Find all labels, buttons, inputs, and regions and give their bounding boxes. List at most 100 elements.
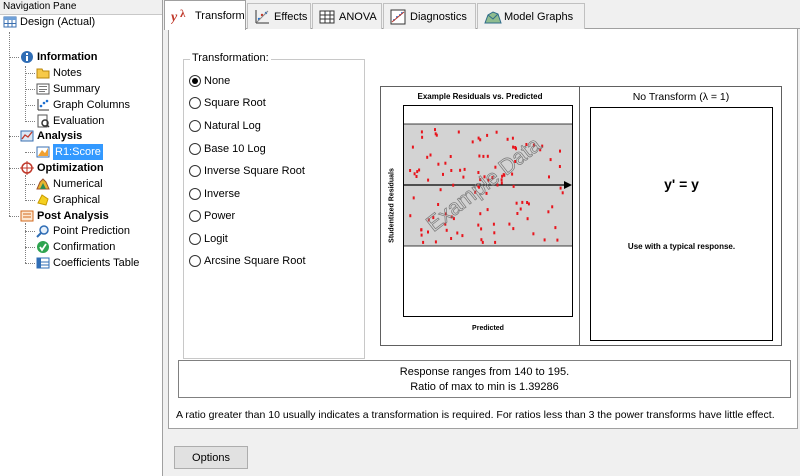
residual-point — [479, 212, 482, 216]
radio-button[interactable] — [189, 233, 201, 245]
tree-item-label: Post Analysis — [37, 210, 109, 222]
residual-point — [459, 168, 462, 172]
response-range-text: Response ranges from 140 to 195. — [399, 366, 570, 378]
residual-point — [554, 226, 557, 230]
residual-point — [416, 170, 419, 174]
residual-point — [445, 228, 448, 232]
tab-diagnostics[interactable]: Diagnostics — [383, 3, 476, 29]
radio-label: None — [204, 75, 231, 87]
tab-transform[interactable]: yλ Transform — [164, 0, 246, 30]
radio-inverse-square-root[interactable]: Inverse Square Root — [189, 163, 305, 179]
residual-point — [559, 186, 562, 190]
residual-point — [434, 132, 437, 136]
tree-item-information[interactable]: Information — [20, 49, 98, 65]
example-divider — [579, 87, 580, 345]
effects-chart-icon — [254, 9, 270, 25]
residual-point — [461, 234, 464, 238]
transformation-group-title: Transformation: — [190, 52, 271, 64]
residual-point — [478, 154, 481, 158]
response-ratio-text: Ratio of max to min is 1.39286 — [410, 381, 559, 393]
residual-point — [434, 128, 436, 132]
radio-button[interactable] — [189, 188, 201, 200]
radio-natural-log[interactable]: Natural Log — [189, 118, 261, 134]
radio-square-root[interactable]: Square Root — [189, 95, 266, 111]
radio-base-10-log[interactable]: Base 10 Log — [189, 141, 266, 157]
anova-table-icon — [319, 9, 335, 25]
transform-panel: Transformation: None Square Root Natural… — [168, 29, 798, 429]
residual-point — [477, 223, 480, 227]
tree-item-point-prediction[interactable]: Point Prediction — [36, 223, 130, 239]
residual-point — [477, 136, 480, 140]
residual-point — [429, 153, 432, 157]
transform-formula: y' = y — [664, 176, 699, 192]
table-icon — [36, 256, 50, 270]
tree-item-notes[interactable]: Notes — [36, 65, 82, 81]
residual-point — [415, 175, 418, 178]
tree-item-graph-columns[interactable]: Graph Columns — [36, 97, 130, 113]
residual-point — [508, 222, 511, 226]
tree-item-post-analysis[interactable]: Post Analysis — [20, 208, 109, 224]
info-icon — [20, 50, 34, 64]
tree-item-label: Coefficients Table — [53, 257, 140, 269]
y-lambda-icon: yλ — [169, 8, 191, 25]
tab-label: Model Graphs — [504, 10, 574, 23]
options-button[interactable]: Options — [174, 446, 248, 469]
response-icon — [36, 145, 50, 159]
svg-text:y: y — [171, 10, 178, 24]
radio-arcsine-square-root[interactable]: Arcsine Square Root — [189, 253, 306, 269]
residual-point — [426, 155, 429, 159]
radio-button[interactable] — [189, 143, 201, 155]
radio-button[interactable] — [189, 120, 201, 132]
tree-item-optimization[interactable]: Optimization — [20, 160, 104, 176]
tree-item-analysis[interactable]: Analysis — [20, 128, 82, 144]
residual-point — [444, 161, 447, 165]
residual-point — [515, 201, 518, 205]
model-graphs-icon — [484, 9, 502, 25]
radio-button[interactable] — [189, 165, 201, 177]
tree-item-label: Graph Columns — [53, 99, 131, 111]
residual-point — [422, 240, 425, 244]
residual-point — [494, 240, 497, 244]
residual-point — [449, 155, 452, 158]
radio-label: Inverse — [204, 188, 241, 200]
residual-point — [556, 238, 559, 242]
tab-anova[interactable]: ANOVA — [312, 3, 382, 29]
post-analysis-icon — [20, 209, 34, 223]
radio-button[interactable] — [189, 97, 201, 109]
residual-point — [413, 172, 416, 176]
tree-item-label: Summary — [53, 83, 101, 95]
residual-point — [481, 240, 484, 244]
tab-bar: yλ Transform Effects ANOVA Diagnostics M… — [164, 0, 800, 30]
tab-label: ANOVA — [339, 10, 377, 23]
tab-effects[interactable]: Effects — [247, 3, 311, 29]
radio-logit[interactable]: Logit — [189, 231, 228, 247]
residual-point — [421, 135, 424, 139]
tree-item-design[interactable]: Design (Actual) — [3, 14, 95, 30]
radio-inverse[interactable]: Inverse — [189, 186, 240, 202]
residual-point — [442, 172, 444, 176]
tree-item-numerical[interactable]: Numerical — [36, 176, 103, 192]
residual-point — [486, 154, 489, 158]
tree-item-summary[interactable]: Summary — [36, 81, 100, 97]
residual-point — [452, 183, 455, 187]
tree-item-graphical[interactable]: Graphical — [36, 192, 100, 208]
tree-item-label: Optimization — [37, 162, 104, 174]
tree-item-coefficients-table[interactable]: Coefficients Table — [36, 255, 139, 271]
radio-button[interactable] — [189, 255, 201, 267]
residual-point — [439, 188, 442, 192]
tree-item-evaluation[interactable]: Evaluation — [36, 113, 104, 129]
radio-power[interactable]: Power — [189, 208, 235, 224]
residual-point — [526, 217, 529, 221]
residual-point — [493, 231, 496, 235]
radio-label: Logit — [204, 233, 228, 245]
example-residuals-plot: Example Data — [403, 105, 573, 317]
navigation-pane-title: Navigation Pane — [0, 0, 162, 15]
tree-item-r1-score[interactable]: R1:Score — [36, 144, 103, 160]
radio-button[interactable] — [189, 210, 201, 222]
residual-point — [462, 175, 465, 179]
tab-model-graphs[interactable]: Model Graphs — [477, 3, 585, 29]
radio-none[interactable]: None — [189, 73, 230, 89]
radio-label: Inverse Square Root — [204, 165, 305, 177]
tree-item-confirmation[interactable]: Confirmation — [36, 239, 115, 255]
radio-button[interactable] — [189, 75, 201, 87]
